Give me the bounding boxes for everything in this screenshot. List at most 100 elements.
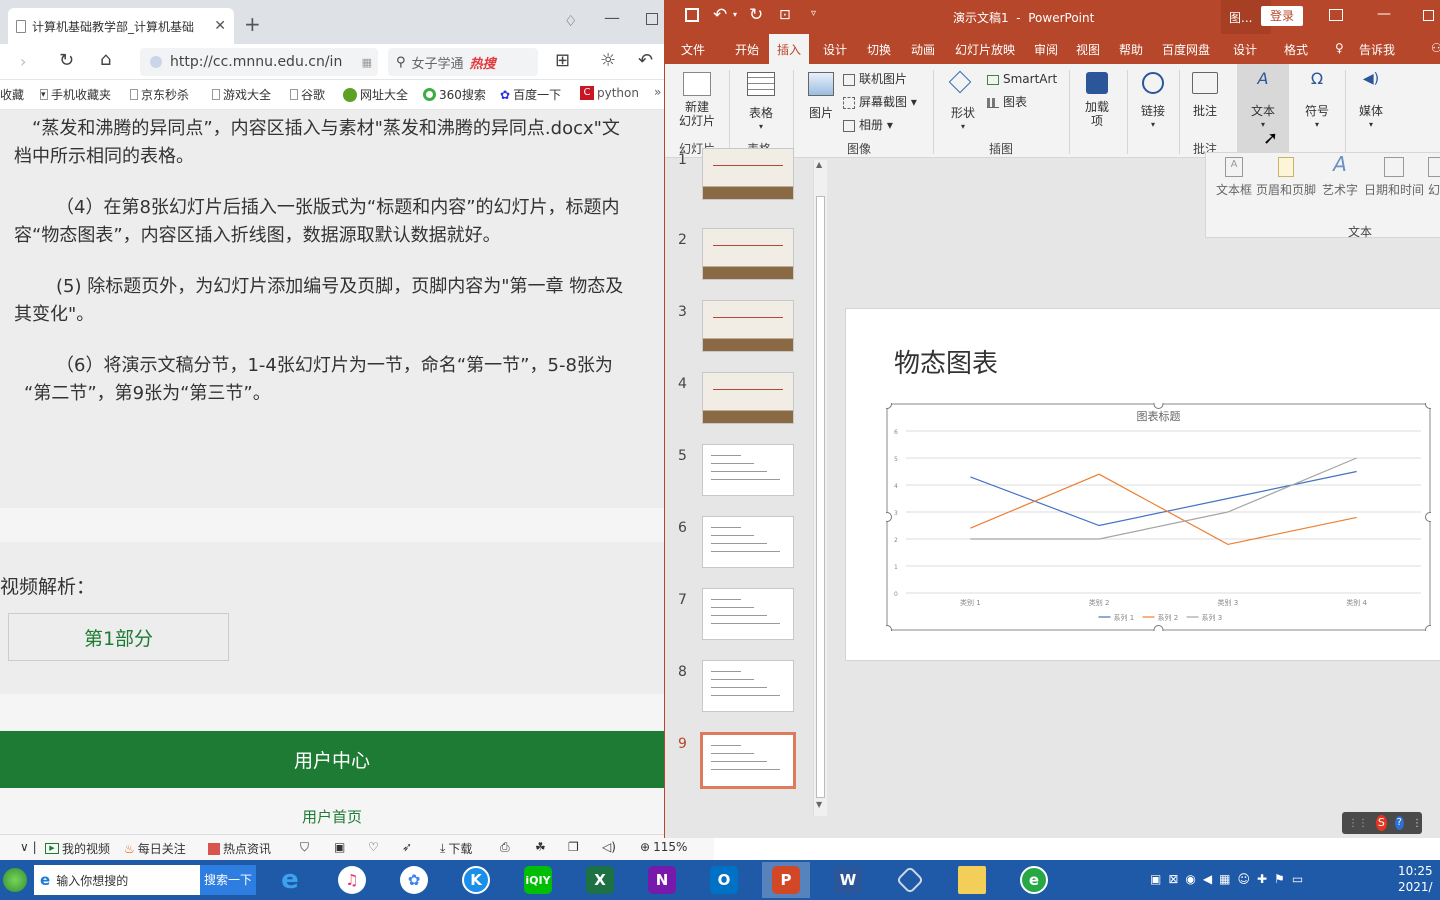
slide-thumbnail[interactable] <box>702 588 794 640</box>
login-button[interactable]: 登录 <box>1261 6 1303 26</box>
tab-format[interactable]: 格式 <box>1284 41 1308 58</box>
thumbnail-scrollbar[interactable]: ▲ ▼ <box>813 160 827 816</box>
fav-item[interactable]: 游戏大全 <box>212 86 271 103</box>
chart-button[interactable]: 图表 <box>987 95 1027 109</box>
customize-icon[interactable]: ▿ <box>811 8 816 19</box>
tab-slideshow[interactable]: 幻灯片放映 <box>955 41 1015 58</box>
undo-icon[interactable]: ↶ <box>713 5 727 25</box>
user-center-bar[interactable]: 用户中心 <box>0 731 664 788</box>
line-chart[interactable]: 图表标题 0 1 2 3 4 5 6 类别 1 类别 2 类别 3 类别 4 系列 1 系列 2 系列 3 <box>886 403 1431 631</box>
refresh-icon[interactable]: ↻ <box>59 50 74 71</box>
close-icon[interactable]: ✕ <box>214 18 226 34</box>
symbol-button[interactable]: Ω 符号 ▾ <box>1297 71 1337 132</box>
tray-icon[interactable]: ✚ <box>1257 872 1267 886</box>
kugou-icon[interactable]: K <box>452 862 500 898</box>
heart-icon[interactable]: ♡ <box>368 840 379 854</box>
start-button[interactable] <box>0 862 30 898</box>
apps-grid-icon[interactable]: ⊞ <box>555 50 570 71</box>
status-video[interactable]: ▶ 我的视频 <box>45 840 110 857</box>
tab-view[interactable]: 视图 <box>1076 41 1100 58</box>
tab-baidu[interactable]: 百度网盘 <box>1162 41 1210 58</box>
screenshot-button[interactable]: 屏幕截图 ▾ <box>843 95 917 109</box>
expand-icon[interactable]: ∨ | <box>20 840 37 854</box>
maximize-icon[interactable] <box>646 13 658 25</box>
slide-thumbnail[interactable] <box>702 660 794 712</box>
fav-item[interactable]: 手机收藏夹 <box>40 86 111 103</box>
tray-icon[interactable]: ▣ <box>1150 872 1161 886</box>
tell-me[interactable]: 告诉我 <box>1359 41 1395 58</box>
clock[interactable]: 10:25 2021/ <box>1398 863 1433 895</box>
dropdown-icon[interactable]: ▾ <box>733 10 737 19</box>
printer-icon[interactable]: ⎙ <box>500 840 510 855</box>
tray-icon[interactable]: ⚑ <box>1274 872 1285 886</box>
slide-thumbnail[interactable] <box>702 148 794 200</box>
ime-toolbar[interactable]: ⋮⋮ S ? ⋮ <box>1342 812 1422 834</box>
app-flower-icon[interactable]: ✿ <box>390 862 438 898</box>
taskbar-search-button[interactable]: 搜索一下 <box>200 865 256 895</box>
wordart-button[interactable]: A 艺术字 <box>1320 154 1360 197</box>
share-icon[interactable]: ⚇ <box>1431 41 1440 55</box>
status-zoom[interactable]: ⊕ 115% <box>640 840 687 854</box>
status-daily[interactable]: ♨ 每日关注 <box>124 840 186 857</box>
addins-button[interactable]: 加载 项 <box>1075 72 1119 128</box>
hot-search-badge[interactable]: 热搜 <box>470 53 496 72</box>
smartart-button[interactable]: SmartArt <box>987 72 1057 86</box>
tray-icon[interactable]: ⊠ <box>1168 872 1178 886</box>
online-picture-button[interactable]: 联机图片 <box>843 72 907 86</box>
part-1-button[interactable]: 第1部分 <box>8 613 229 661</box>
tray-icon[interactable]: ☺ <box>1237 872 1250 886</box>
tab-review[interactable]: 审阅 <box>1034 41 1058 58</box>
fav-item[interactable]: 360搜索 <box>423 86 486 103</box>
minimize-icon[interactable]: — <box>1377 6 1391 22</box>
slide-thumbnail[interactable] <box>702 228 794 280</box>
slide-thumbnail[interactable] <box>700 732 796 789</box>
save-icon[interactable] <box>685 8 699 22</box>
fav-item[interactable]: 谷歌 <box>290 86 325 103</box>
status-news[interactable]: 热点资讯 <box>208 840 271 857</box>
iqiyi-icon[interactable]: iQIY <box>514 862 562 898</box>
leaf-icon[interactable]: ☘ <box>535 840 546 854</box>
browser-360-icon[interactable]: e <box>1010 862 1058 898</box>
status-download[interactable]: ⤓ 下载 <box>440 840 472 857</box>
folder-icon[interactable] <box>948 862 996 898</box>
more-icon[interactable]: » <box>654 85 661 99</box>
fav-item[interactable]: 网址大全 <box>343 86 408 103</box>
tab-insert[interactable]: 插入 <box>769 34 810 64</box>
image-icon[interactable]: ▣ <box>334 840 345 854</box>
tab-transitions[interactable]: 切换 <box>867 41 891 58</box>
cube-app-icon[interactable] <box>886 862 934 898</box>
scroll-thumb[interactable] <box>816 196 825 798</box>
tab-help[interactable]: 帮助 <box>1119 41 1143 58</box>
tab-file[interactable]: 文件 <box>681 41 705 58</box>
network-icon[interactable]: ▭ <box>1292 872 1303 886</box>
user-home-link[interactable]: 用户首页 <box>0 806 664 827</box>
comment-button[interactable]: 批注 <box>1183 72 1227 118</box>
slide-thumbnail[interactable] <box>702 444 794 496</box>
maximize-icon[interactable] <box>1423 10 1434 21</box>
brightness-icon[interactable]: ☼ <box>600 50 616 71</box>
fav-item[interactable]: 京东秒杀 <box>130 86 189 103</box>
powerpoint-icon[interactable]: P <box>762 862 810 898</box>
shapes-button[interactable]: 形状 ▾ <box>941 70 985 134</box>
window-icon[interactable]: ❐ <box>568 840 579 854</box>
ribbon-display-icon[interactable] <box>1329 9 1343 21</box>
repeat-icon[interactable]: ↻ <box>749 5 763 25</box>
tab-home[interactable]: 开始 <box>735 41 759 58</box>
taskbar-search-input[interactable]: e 输入你想搜的 <box>34 865 200 895</box>
word-icon[interactable]: W <box>824 862 872 898</box>
shield-icon[interactable]: ⛉ <box>300 840 309 855</box>
present-icon[interactable]: ⊡ <box>779 7 791 23</box>
browser-tab[interactable]: 计算机基础教学部_计算机基础 ✕ <box>8 8 234 44</box>
datetime-button[interactable]: 日期和时间 <box>1364 157 1424 197</box>
new-tab-icon[interactable]: + <box>244 12 261 36</box>
ie-icon[interactable]: e <box>266 862 314 898</box>
undo-icon[interactable]: ↶ <box>638 50 653 71</box>
fav-item[interactable]: Cpython <box>580 86 639 100</box>
new-slide-button[interactable]: 新建 幻灯片 <box>673 72 721 128</box>
speaker-icon[interactable]: ◁) <box>602 840 616 854</box>
qr-icon[interactable]: ▦ <box>362 56 372 69</box>
slide-thumbnail[interactable] <box>702 516 794 568</box>
tray-icon[interactable]: ◉ <box>1185 872 1195 886</box>
tshirt-icon[interactable]: ♢ <box>564 12 577 30</box>
outlook-icon[interactable]: O <box>700 862 748 898</box>
